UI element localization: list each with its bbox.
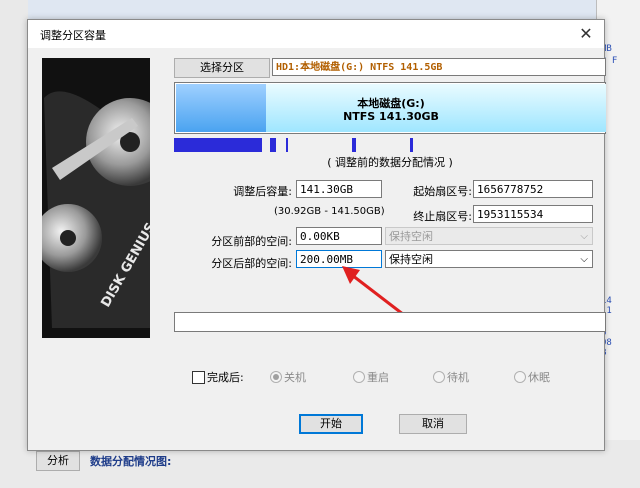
partition-bar-name: 本地磁盘(G:) <box>357 97 425 110</box>
close-icon[interactable]: ✕ <box>576 24 596 44</box>
dialog-titlebar[interactable]: 调整分区容量 ✕ <box>28 20 604 48</box>
size-label: 调整后容量: <box>233 185 292 198</box>
hibernate-radio[interactable] <box>514 371 526 383</box>
cancel-button[interactable]: 取消 <box>399 414 467 434</box>
data-distribution-strip <box>174 138 606 152</box>
end-sector-label: 终止扇区号: <box>413 210 472 223</box>
partition-info-label: HD1:本地磁盘(G:) NTFS 141.5GB <box>272 58 606 76</box>
disk-genius-logo-image: DISK GENIUS <box>42 58 150 338</box>
size-range-hint: (30.92GB - 141.50GB) <box>274 206 385 217</box>
after-space-label: 分区后部的空间: <box>211 257 292 270</box>
end-sector-input[interactable]: 1953115534 <box>473 205 593 223</box>
progress-bar <box>174 312 606 332</box>
standby-radio-label: 待机 <box>447 371 469 384</box>
before-space-label: 分区前部的空间: <box>211 235 292 248</box>
partition-bar: 本地磁盘(G:) NTFS 141.30GB <box>174 82 606 134</box>
restart-radio-label: 重启 <box>367 371 389 384</box>
after-complete-checkbox[interactable] <box>192 371 205 384</box>
data-layout-caption: 数据分配情况图: <box>90 455 172 468</box>
start-sector-input[interactable]: 1656778752 <box>473 180 593 198</box>
chevron-down-icon: ⌵ <box>580 231 588 242</box>
hibernate-radio-label: 休眠 <box>528 371 550 384</box>
start-sector-label: 起始扇区号: <box>413 185 472 198</box>
start-button[interactable]: 开始 <box>299 414 363 434</box>
layout-caption: ( 调整前的数据分配情况 ) <box>327 156 453 169</box>
restart-radio[interactable] <box>353 371 365 383</box>
standby-radio[interactable] <box>433 371 445 383</box>
partition-bar-detail: NTFS 141.30GB <box>343 110 439 123</box>
chevron-down-icon: ⌵ <box>580 254 588 265</box>
before-space-input[interactable]: 0.00KB <box>296 227 382 245</box>
select-partition-button[interactable]: 选择分区 <box>174 58 270 78</box>
shutdown-radio-label: 关机 <box>284 371 306 384</box>
before-space-select-value: 保持空闲 <box>389 230 433 243</box>
analyze-tab-button[interactable]: 分析 <box>36 451 80 471</box>
size-input[interactable]: 141.30GB <box>296 180 382 198</box>
before-space-select: 保持空闲 ⌵ <box>385 227 593 245</box>
partition-bar-text: 本地磁盘(G:) NTFS 141.30GB <box>175 97 607 123</box>
resize-partition-dialog: 调整分区容量 ✕ DISK GENIUS 选择分区 HD1:本地磁盘(G:) N… <box>27 19 606 451</box>
shutdown-radio[interactable] <box>270 371 282 383</box>
after-complete-label: 完成后: <box>207 371 244 384</box>
dialog-title: 调整分区容量 <box>40 29 106 42</box>
background-app-left-edge <box>0 0 28 488</box>
